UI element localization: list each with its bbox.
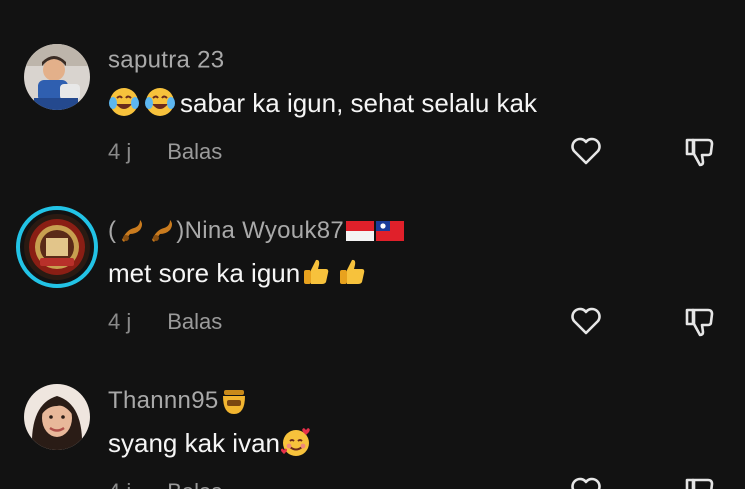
avatar[interactable] — [24, 44, 90, 110]
comment-text: met sore ka igun — [108, 256, 372, 289]
scorpion-icon — [116, 216, 146, 246]
comment-item: ()Nina Wyouk87 met sore ka igun 4 j Balas — [0, 170, 745, 340]
dislike-thumb-icon[interactable] — [683, 474, 717, 489]
face-with-tears-of-joy-icon — [144, 86, 176, 118]
honey-pot-icon — [219, 386, 249, 416]
taiwan-flag-icon — [376, 221, 405, 241]
comment-username[interactable]: Thannn95 — [108, 386, 249, 416]
avatar[interactable] — [24, 384, 90, 450]
comment-meta: 4 j Balas — [108, 309, 222, 335]
scorpion-icon — [146, 216, 176, 246]
like-heart-icon[interactable] — [569, 474, 603, 489]
thumbs-up-icon — [336, 256, 368, 288]
comment-username[interactable]: saputra 23 — [108, 46, 224, 75]
comment-time: 4 j — [108, 309, 132, 334]
smiling-face-with-hearts-icon — [280, 426, 312, 458]
dislike-thumb-icon[interactable] — [683, 134, 717, 168]
like-heart-icon[interactable] — [569, 134, 603, 168]
comment-body: met sore ka igun — [108, 258, 301, 288]
comment-item: saputra 23 sabar ka igun, sehat selalu k… — [0, 0, 745, 170]
comment-meta: 4 j Balas — [108, 479, 222, 489]
comment-text: sabar ka igun, sehat selalu kak — [108, 86, 537, 119]
comment-meta: 4 j Balas — [108, 139, 222, 165]
comment-username[interactable]: ()Nina Wyouk87 — [108, 216, 405, 246]
comment-body: syang kak ivan — [108, 428, 280, 458]
comment-item: Thannn95 syang kak ivan 4 j Balas — [0, 340, 745, 489]
face-with-tears-of-joy-icon — [108, 86, 140, 118]
avatar-photo — [24, 214, 90, 280]
reply-button[interactable]: Balas — [167, 139, 222, 164]
comment-text: syang kak ivan — [108, 426, 316, 459]
indonesia-flag-icon — [346, 221, 375, 241]
like-heart-icon[interactable] — [569, 304, 603, 338]
reply-button[interactable]: Balas — [167, 309, 222, 334]
comment-body: sabar ka igun, sehat selalu kak — [180, 88, 537, 118]
comment-time: 4 j — [108, 479, 131, 489]
thumbs-up-icon — [300, 256, 332, 288]
avatar-photo — [24, 384, 90, 450]
avatar-photo — [24, 44, 90, 110]
comment-feed: saputra 23 sabar ka igun, sehat selalu k… — [0, 0, 745, 489]
comment-time: 4 j — [108, 139, 132, 164]
avatar-with-story-ring[interactable] — [16, 206, 98, 288]
dislike-thumb-icon[interactable] — [683, 304, 717, 338]
reply-button[interactable]: Balas — [167, 479, 222, 489]
